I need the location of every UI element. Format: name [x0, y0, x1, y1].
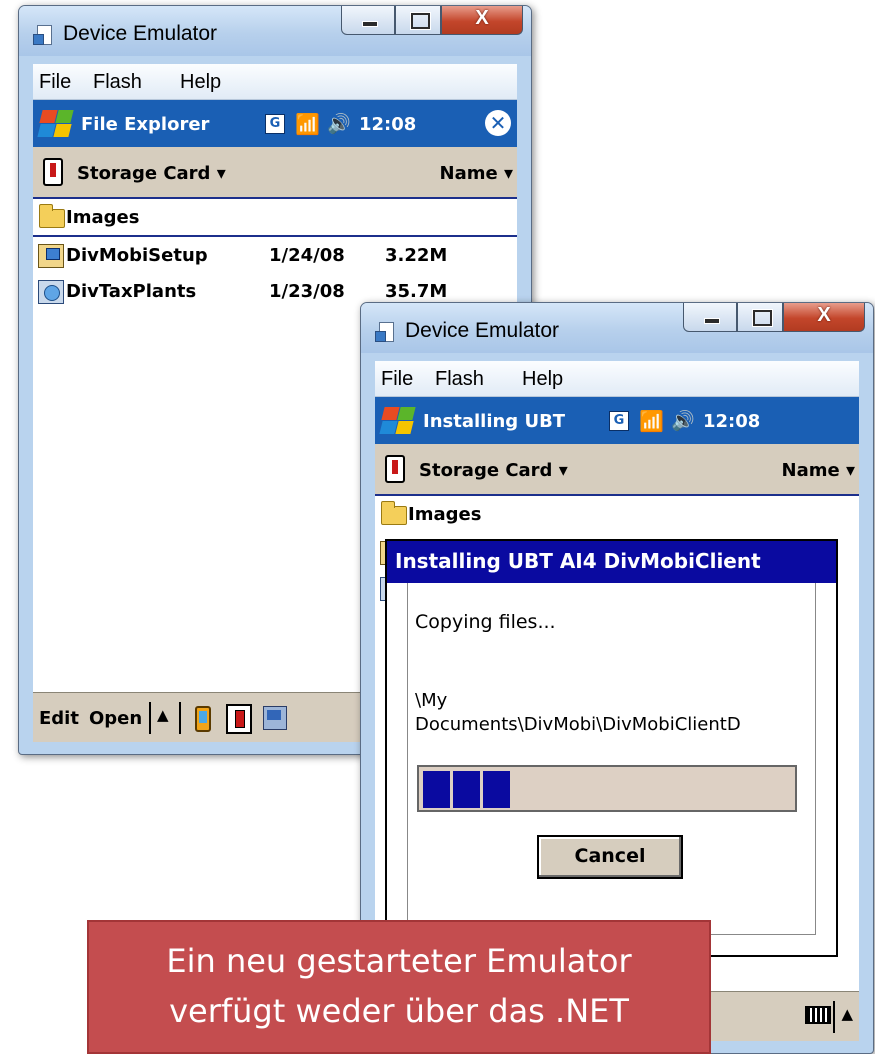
storage-location-label: Storage Card: [419, 460, 553, 481]
windows-flag-icon[interactable]: [37, 108, 74, 140]
close-button[interactable]: X: [783, 303, 865, 332]
close-icon: X: [475, 7, 489, 29]
menu-flash[interactable]: Flash: [93, 71, 142, 94]
maximize-button[interactable]: [395, 6, 441, 35]
signal-icon[interactable]: 📶: [295, 112, 320, 136]
navigation-bar: Installing UBT G 📶 🔊 12:08: [375, 397, 859, 444]
storage-card-icon: [43, 158, 63, 186]
g-network-badge: G: [265, 114, 285, 134]
menu-help[interactable]: Help: [180, 71, 221, 94]
storage-location-label: Storage Card: [77, 163, 211, 184]
list-item[interactable]: Images: [33, 201, 517, 235]
folder-name: Images: [408, 504, 482, 525]
progress-block: [483, 771, 510, 808]
file-path: \My Documents\DivMobi\DivMobiClientD: [415, 689, 741, 737]
callout-line-2: verfügt weder über das .NET: [169, 992, 629, 1030]
up-arrow-icon[interactable]: ▲: [157, 706, 169, 724]
caption-buttons: X: [341, 6, 523, 35]
list-item[interactable]: DivMobiSetup 1/24/08 3.22M: [33, 239, 517, 273]
pda-icon[interactable]: [195, 706, 211, 732]
close-icon: X: [817, 304, 831, 326]
folder-name: Images: [66, 207, 140, 228]
file-size: 3.22M: [385, 245, 448, 266]
file-date: 1/24/08: [269, 245, 345, 266]
maximize-button[interactable]: [737, 303, 783, 332]
title-bar[interactable]: Device Emulator X: [19, 6, 531, 56]
storage-location-dropdown[interactable]: Storage Card ▾: [77, 163, 226, 184]
status-text: Copying files...: [415, 611, 556, 633]
folder-icon: [39, 204, 65, 228]
install-dialog: Installing UBT AI4 DivMobiClient Copying…: [385, 539, 838, 957]
nav-app-title: Installing UBT: [423, 411, 566, 432]
menu-bar: File Flash Help: [33, 64, 517, 100]
application-icon: [38, 280, 64, 304]
clock[interactable]: 12:08: [359, 114, 416, 135]
menu-file[interactable]: File: [381, 368, 413, 391]
clock[interactable]: 12:08: [703, 411, 760, 432]
speaker-icon[interactable]: 🔊: [327, 112, 351, 135]
keyboard-icon[interactable]: [805, 1006, 831, 1024]
emulator-app-icon: [375, 322, 397, 342]
setup-package-icon: [38, 244, 64, 268]
cancel-button[interactable]: Cancel: [537, 835, 683, 879]
file-name: DivTaxPlants: [66, 281, 197, 302]
annotation-callout: Ein neu gestarteter Emulator verfügt wed…: [87, 920, 711, 1054]
divider: [833, 1001, 835, 1033]
g-network-badge: G: [609, 411, 629, 431]
navigation-bar: File Explorer G 📶 🔊 12:08 ✕: [33, 100, 517, 147]
file-path-line-2: Documents\DivMobi\DivMobiClientD: [415, 714, 741, 735]
title-bar[interactable]: Device Emulator X: [361, 303, 873, 353]
windows-flag-icon[interactable]: [379, 405, 416, 437]
window-title: Device Emulator: [63, 22, 218, 45]
sort-label: Name: [781, 460, 840, 481]
menu-flash[interactable]: Flash: [435, 368, 484, 391]
storage-location-dropdown[interactable]: Storage Card ▾: [419, 460, 568, 481]
file-path-line-1: \My: [415, 690, 448, 711]
list-item[interactable]: Images: [375, 498, 859, 532]
minimize-button[interactable]: [683, 303, 737, 332]
folder-icon: [381, 501, 407, 525]
storage-bar: Storage Card ▾ Name ▾: [375, 444, 859, 496]
signal-icon[interactable]: 📶: [639, 409, 664, 433]
file-date: 1/23/08: [269, 281, 345, 302]
caption-buttons: X: [683, 303, 865, 332]
window-title: Device Emulator: [405, 319, 560, 342]
divider: [149, 702, 151, 734]
callout-line-1: Ein neu gestarteter Emulator: [166, 942, 632, 980]
progress-block: [423, 771, 450, 808]
storage-bar: Storage Card ▾ Name ▾: [33, 147, 517, 199]
open-menu[interactable]: Open: [89, 708, 142, 729]
sort-label: Name: [439, 163, 498, 184]
edit-menu[interactable]: Edit: [39, 708, 79, 729]
dialog-body: Copying files... \My Documents\DivMobi\D…: [407, 583, 816, 935]
divider: [179, 702, 181, 734]
file-size: 35.7M: [385, 281, 448, 302]
storage-card-icon[interactable]: [226, 704, 252, 734]
divider: [33, 235, 517, 237]
minimize-button[interactable]: [341, 6, 395, 35]
nav-app-title: File Explorer: [81, 114, 210, 135]
dialog-title: Installing UBT AI4 DivMobiClient: [387, 541, 836, 583]
menu-file[interactable]: File: [39, 71, 71, 94]
close-circle-icon[interactable]: ✕: [485, 110, 511, 136]
desktop-sync-icon[interactable]: [263, 706, 287, 730]
speaker-icon[interactable]: 🔊: [671, 409, 695, 432]
progress-bar: [417, 765, 797, 812]
file-name: DivMobiSetup: [66, 245, 208, 266]
menu-bar: File Flash Help: [375, 361, 859, 397]
close-button[interactable]: X: [441, 6, 523, 35]
emulator-app-icon: [33, 25, 55, 45]
progress-block: [453, 771, 480, 808]
storage-card-icon: [385, 455, 405, 483]
up-arrow-icon[interactable]: ▲: [841, 1005, 853, 1023]
menu-help[interactable]: Help: [522, 368, 563, 391]
sort-name-dropdown[interactable]: Name ▾: [440, 163, 514, 184]
sort-name-dropdown[interactable]: Name ▾: [782, 460, 856, 481]
